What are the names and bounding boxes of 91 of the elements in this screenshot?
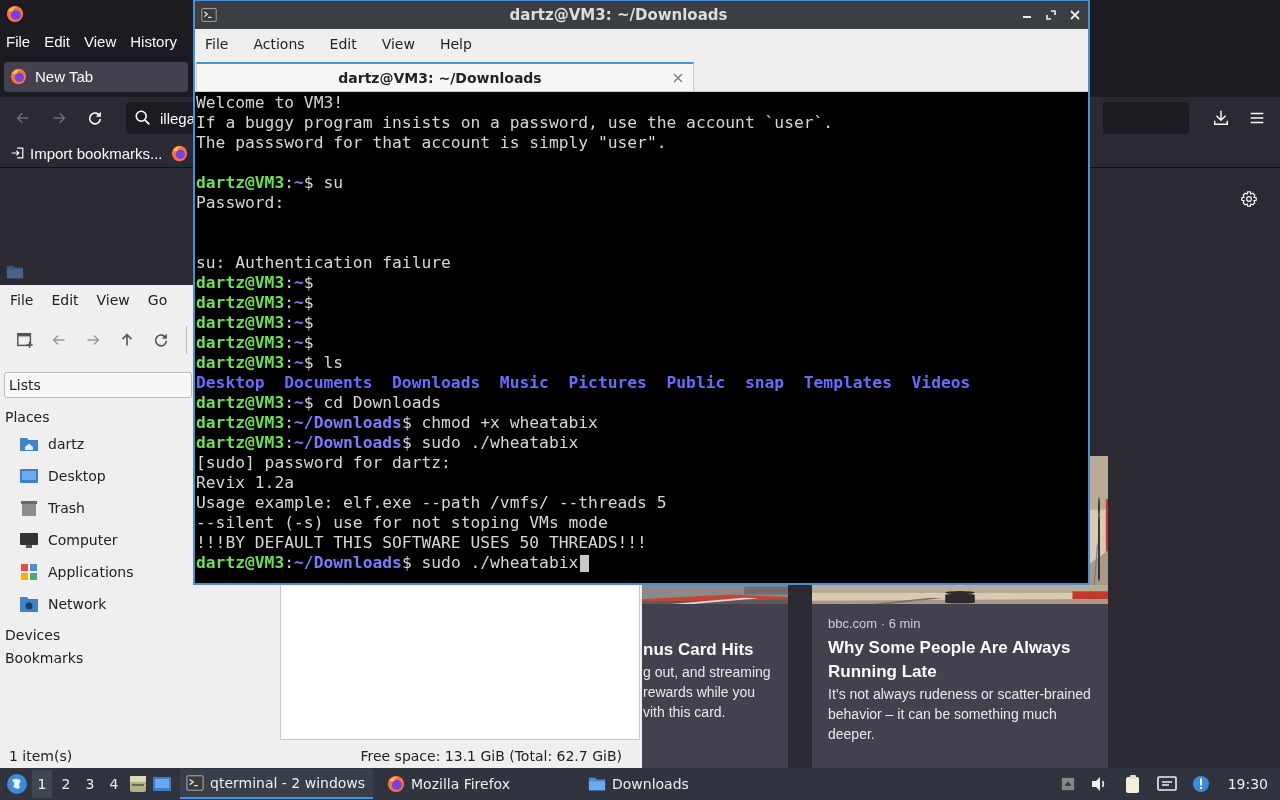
- monitor-icon: [19, 530, 39, 550]
- taskbar-button[interactable]: Mozilla Firefox: [381, 769, 574, 799]
- menu-item[interactable]: Edit: [51, 292, 79, 308]
- sidebar-item[interactable]: Trash: [4, 492, 85, 524]
- terminal-line: Password:: [196, 193, 285, 213]
- network-folder-icon: [19, 594, 39, 614]
- terminal-line: dartz@VM3:~$: [196, 293, 315, 313]
- firefox-logo-icon: [6, 4, 24, 23]
- menu-item[interactable]: Go: [147, 292, 168, 308]
- workspace-button[interactable]: 3: [80, 770, 100, 798]
- terminal-line: dartz@VM3:~/Downloads$ chmod +x wheatabix: [196, 413, 598, 433]
- menu-item[interactable]: File: [197, 36, 237, 52]
- story-description: g out, and streaming rewards while you vith this card.: [643, 663, 772, 722]
- story-title: Why Some People Are Always Running Late: [828, 637, 1072, 683]
- notification-icon[interactable]: [1190, 774, 1211, 794]
- menu-item[interactable]: Edit: [44, 33, 71, 51]
- story-description: It’s not always rudeness or scatter-brained behavior – it can be something much deeper.: [828, 685, 1092, 744]
- sidebar-item[interactable]: Computer: [4, 524, 118, 556]
- terminal-line: Welcome to VM3!: [196, 93, 344, 113]
- terminal-line: !!!BY DEFAULT THIS SOFTWARE USES 50 THREADS!!!: [196, 533, 647, 553]
- free-space: Free space: 13.1 GiB (Total: 62.7 GiB): [360, 748, 622, 764]
- story-card[interactable]: nus Card Hits g out, and streaming rewards while you vith this card.: [642, 585, 788, 768]
- terminal-line: dartz@VM3:~$: [196, 273, 315, 293]
- firefox-logo-icon[interactable]: [170, 144, 188, 162]
- terminal-icon: [201, 7, 217, 23]
- sidebar-item[interactable]: Applications: [4, 556, 134, 588]
- file-manager-icon[interactable]: [128, 774, 148, 794]
- menu-item[interactable]: View: [96, 292, 130, 308]
- grid-icon: [19, 562, 39, 582]
- sidebar-item[interactable]: Desktop: [4, 460, 106, 492]
- terminal-line: The passsword for that account is simply "user".: [196, 133, 667, 153]
- clock[interactable]: 19:30: [1219, 776, 1280, 792]
- story-source: bbc.com · 6 min: [828, 616, 922, 633]
- workspace-button[interactable]: 1: [32, 770, 52, 798]
- network-icon[interactable]: [1156, 774, 1177, 794]
- bookmark-item[interactable]: Import bookmarks...: [10, 144, 163, 162]
- section-header[interactable]: Places: [4, 405, 50, 428]
- search-icon: [134, 109, 152, 128]
- close-icon[interactable]: [673, 72, 683, 83]
- menu-item[interactable]: File: [10, 292, 34, 308]
- terminal-line: dartz@VM3:~$: [196, 333, 315, 353]
- terminal-line: dartz@VM3:~$: [196, 313, 315, 333]
- menu-item[interactable]: Actions: [245, 36, 313, 52]
- terminal-line: dartz@VM3:~$ cd Downloads: [196, 393, 442, 413]
- workspace-button[interactable]: 4: [104, 770, 124, 798]
- restore-icon[interactable]: [1044, 8, 1058, 22]
- taskbar-button[interactable]: qterminal - 2 windows: [180, 769, 373, 799]
- terminal-tab[interactable]: dartz@VM3: ~/Downloads: [196, 62, 694, 91]
- settings-icon[interactable]: [1240, 190, 1258, 208]
- sidebar-item[interactable]: dartz: [4, 428, 85, 460]
- terminal-line: dartz@VM3:~/Downloads$ sudo ./wheatabix: [196, 433, 579, 453]
- terminal-line: dartz@VM3:~/Downloads$ sudo ./wheatabix: [196, 553, 579, 573]
- reload-icon[interactable]: [152, 331, 170, 349]
- terminal-icon: [186, 774, 204, 792]
- view-selector[interactable]: Lists: [4, 372, 192, 398]
- firefox-logo-icon: [10, 68, 27, 86]
- terminal-line: --silent (-s) use for not stoping VMs mode: [196, 513, 608, 533]
- window-title: dartz@VM3: ~/Downloads: [508, 6, 729, 24]
- terminal-line: su: Authentication failure: [196, 253, 451, 273]
- menu-item[interactable]: View: [84, 33, 117, 51]
- story-card[interactable]: bbc.com · 6 min Why Some People Are Always Running Late It’s not always rudeness or scatter-brained behavior – it can be something much deeper.: [812, 585, 1108, 768]
- reload-icon[interactable]: [86, 109, 104, 128]
- desktop-icon[interactable]: [152, 774, 172, 794]
- menu-item[interactable]: Edit: [321, 36, 365, 52]
- menu-item[interactable]: View: [373, 36, 423, 52]
- firefox-logo-icon: [387, 775, 405, 793]
- sidebar-item[interactable]: Network: [4, 588, 107, 620]
- story-title: nus Card Hits: [643, 639, 755, 661]
- trash-icon: [19, 498, 39, 518]
- item-count: 1 item(s): [9, 748, 73, 764]
- browser-tab[interactable]: New Tab: [4, 61, 188, 92]
- close-icon[interactable]: [1068, 8, 1082, 22]
- menu-item[interactable]: Help: [431, 36, 480, 52]
- section-header[interactable]: Bookmarks: [4, 646, 84, 669]
- terminal-line: dartz@VM3:~$ ls: [196, 353, 344, 373]
- terminal-line: Revix 1.2a: [196, 473, 295, 493]
- terminal-line: If a buggy program insists on a password, use the account `user`.: [196, 113, 834, 133]
- workspace-button[interactable]: 2: [56, 770, 76, 798]
- folder-icon: [588, 775, 606, 793]
- download-icon[interactable]: [1212, 109, 1230, 128]
- terminal-line: dartz@VM3:~$ su: [196, 173, 344, 193]
- section-header[interactable]: Devices: [4, 623, 61, 646]
- new-tab-icon[interactable]: [16, 331, 34, 349]
- start-menu-icon[interactable]: [6, 773, 28, 795]
- terminal-line: Desktop Documents Downloads Music Pictures Public snap Templates Videos: [196, 373, 971, 393]
- terminal-line: Usage example: elf.exe --path /vmfs/ --threads 5: [196, 493, 667, 513]
- menu-item[interactable]: File: [6, 33, 31, 51]
- terminal-line: [sudo] password for dartz:: [196, 453, 451, 473]
- menu-item[interactable]: History: [130, 33, 177, 51]
- desktop-icon: [19, 466, 39, 486]
- taskbar-button[interactable]: Downloads: [582, 769, 775, 799]
